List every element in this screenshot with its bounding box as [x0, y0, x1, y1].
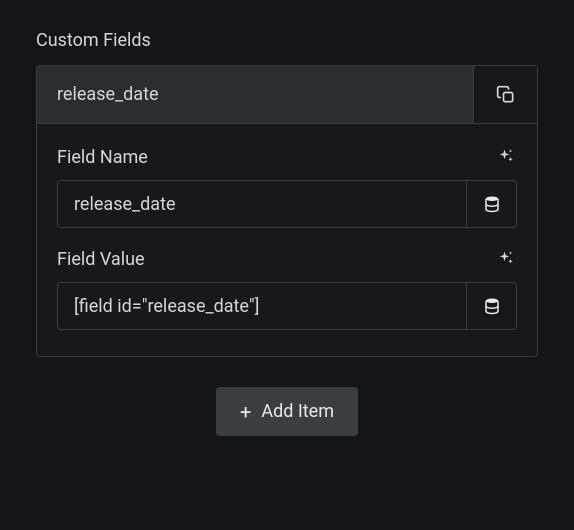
field-name-group: Field Name [57, 146, 517, 228]
field-value-input[interactable] [58, 283, 466, 329]
add-item-button[interactable]: + Add Item [216, 387, 358, 436]
field-value-input-row [57, 282, 517, 330]
custom-fields-section: Custom Fields release_date Field Name [36, 30, 538, 436]
item-body: Field Name [37, 124, 537, 356]
field-name-sparkle-button[interactable] [495, 146, 517, 168]
custom-field-item: release_date Field Name [36, 65, 538, 357]
item-header-title: release_date [37, 66, 473, 123]
field-value-database-button[interactable] [466, 283, 516, 329]
sparkle-icon [497, 250, 515, 268]
field-value-sparkle-button[interactable] [495, 248, 517, 270]
field-name-input[interactable] [58, 181, 466, 227]
field-value-group: Field Value [57, 248, 517, 330]
field-name-label: Field Name [57, 147, 148, 168]
field-value-label: Field Value [57, 249, 145, 270]
database-icon [483, 297, 501, 315]
field-name-label-row: Field Name [57, 146, 517, 168]
copy-button[interactable] [473, 66, 537, 123]
field-value-label-row: Field Value [57, 248, 517, 270]
field-name-input-row [57, 180, 517, 228]
sparkle-icon [497, 148, 515, 166]
field-name-database-button[interactable] [466, 181, 516, 227]
add-item-label: Add Item [261, 401, 334, 422]
add-item-row: + Add Item [36, 387, 538, 436]
copy-icon [496, 85, 516, 105]
section-title: Custom Fields [36, 30, 538, 51]
item-header: release_date [37, 66, 537, 124]
database-icon [483, 195, 501, 213]
plus-icon: + [240, 402, 251, 422]
